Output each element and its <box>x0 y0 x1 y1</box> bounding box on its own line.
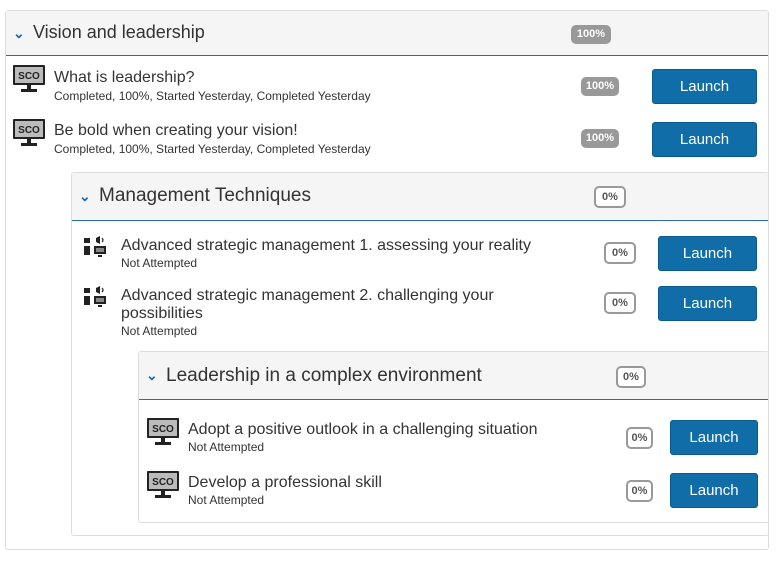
chevron-down-icon[interactable]: ⌄ <box>13 26 25 40</box>
launch-button[interactable]: Launch <box>658 286 757 321</box>
section-progress-badge: 0% <box>594 186 626 208</box>
section-progress-badge: 100% <box>571 25 611 44</box>
item-title[interactable]: Advanced strategic management 1. assessi… <box>121 237 531 255</box>
section-header[interactable]: ⌄ Management Techniques 0% <box>72 173 768 221</box>
item-title[interactable]: Develop a professional skill <box>188 474 382 492</box>
launch-button[interactable]: Launch <box>652 69 757 104</box>
item-title[interactable]: What is leadership? <box>54 69 195 87</box>
sco-monitor-icon: SCO <box>13 119 45 146</box>
launch-button[interactable]: Launch <box>652 122 757 157</box>
item-progress-badge: 0% <box>626 480 653 502</box>
item-title[interactable]: Adopt a positive outlook in a challengin… <box>188 421 538 439</box>
multimedia-icon <box>84 236 106 257</box>
item-title[interactable]: Be bold when creating your vision! <box>54 122 298 140</box>
item-progress-badge: 0% <box>626 427 653 449</box>
svg-text:SCO: SCO <box>152 424 174 435</box>
launch-button[interactable]: Launch <box>670 420 758 455</box>
section-title: Management Techniques <box>99 185 311 206</box>
section-progress-badge: 0% <box>616 366 646 388</box>
item-progress-badge: 100% <box>581 77 619 96</box>
sco-monitor-icon: SCO <box>147 471 179 498</box>
svg-text:SCO: SCO <box>18 125 40 136</box>
chevron-down-icon[interactable]: ⌄ <box>79 189 91 203</box>
item-progress-badge: 100% <box>581 129 619 148</box>
section-title: Vision and leadership <box>33 22 205 42</box>
item-status: Completed, 100%, Started Yesterday, Comp… <box>54 89 371 103</box>
item-title[interactable]: Advanced strategic management 2. challen… <box>121 287 561 323</box>
section-header[interactable]: ⌄ Vision and leadership 100% <box>6 11 768 56</box>
item-status: Not Attempted <box>121 256 198 270</box>
item-status: Completed, 100%, Started Yesterday, Comp… <box>54 142 371 156</box>
sco-monitor-icon: SCO <box>147 418 179 445</box>
item-progress-badge: 0% <box>604 242 636 264</box>
sco-monitor-icon: SCO <box>13 65 45 92</box>
chevron-down-icon[interactable]: ⌄ <box>146 368 158 382</box>
item-status: Not Attempted <box>121 324 198 338</box>
launch-button[interactable]: Launch <box>658 236 757 271</box>
launch-button[interactable]: Launch <box>670 473 758 508</box>
section-title: Leadership in a complex environment <box>166 365 482 386</box>
item-progress-badge: 0% <box>604 292 636 314</box>
svg-text:SCO: SCO <box>152 477 174 488</box>
multimedia-icon <box>84 286 106 307</box>
section-header[interactable]: ⌄ Leadership in a complex environment 0% <box>139 352 768 400</box>
item-status: Not Attempted <box>188 493 265 507</box>
svg-text:SCO: SCO <box>18 71 40 82</box>
item-status: Not Attempted <box>188 440 265 454</box>
